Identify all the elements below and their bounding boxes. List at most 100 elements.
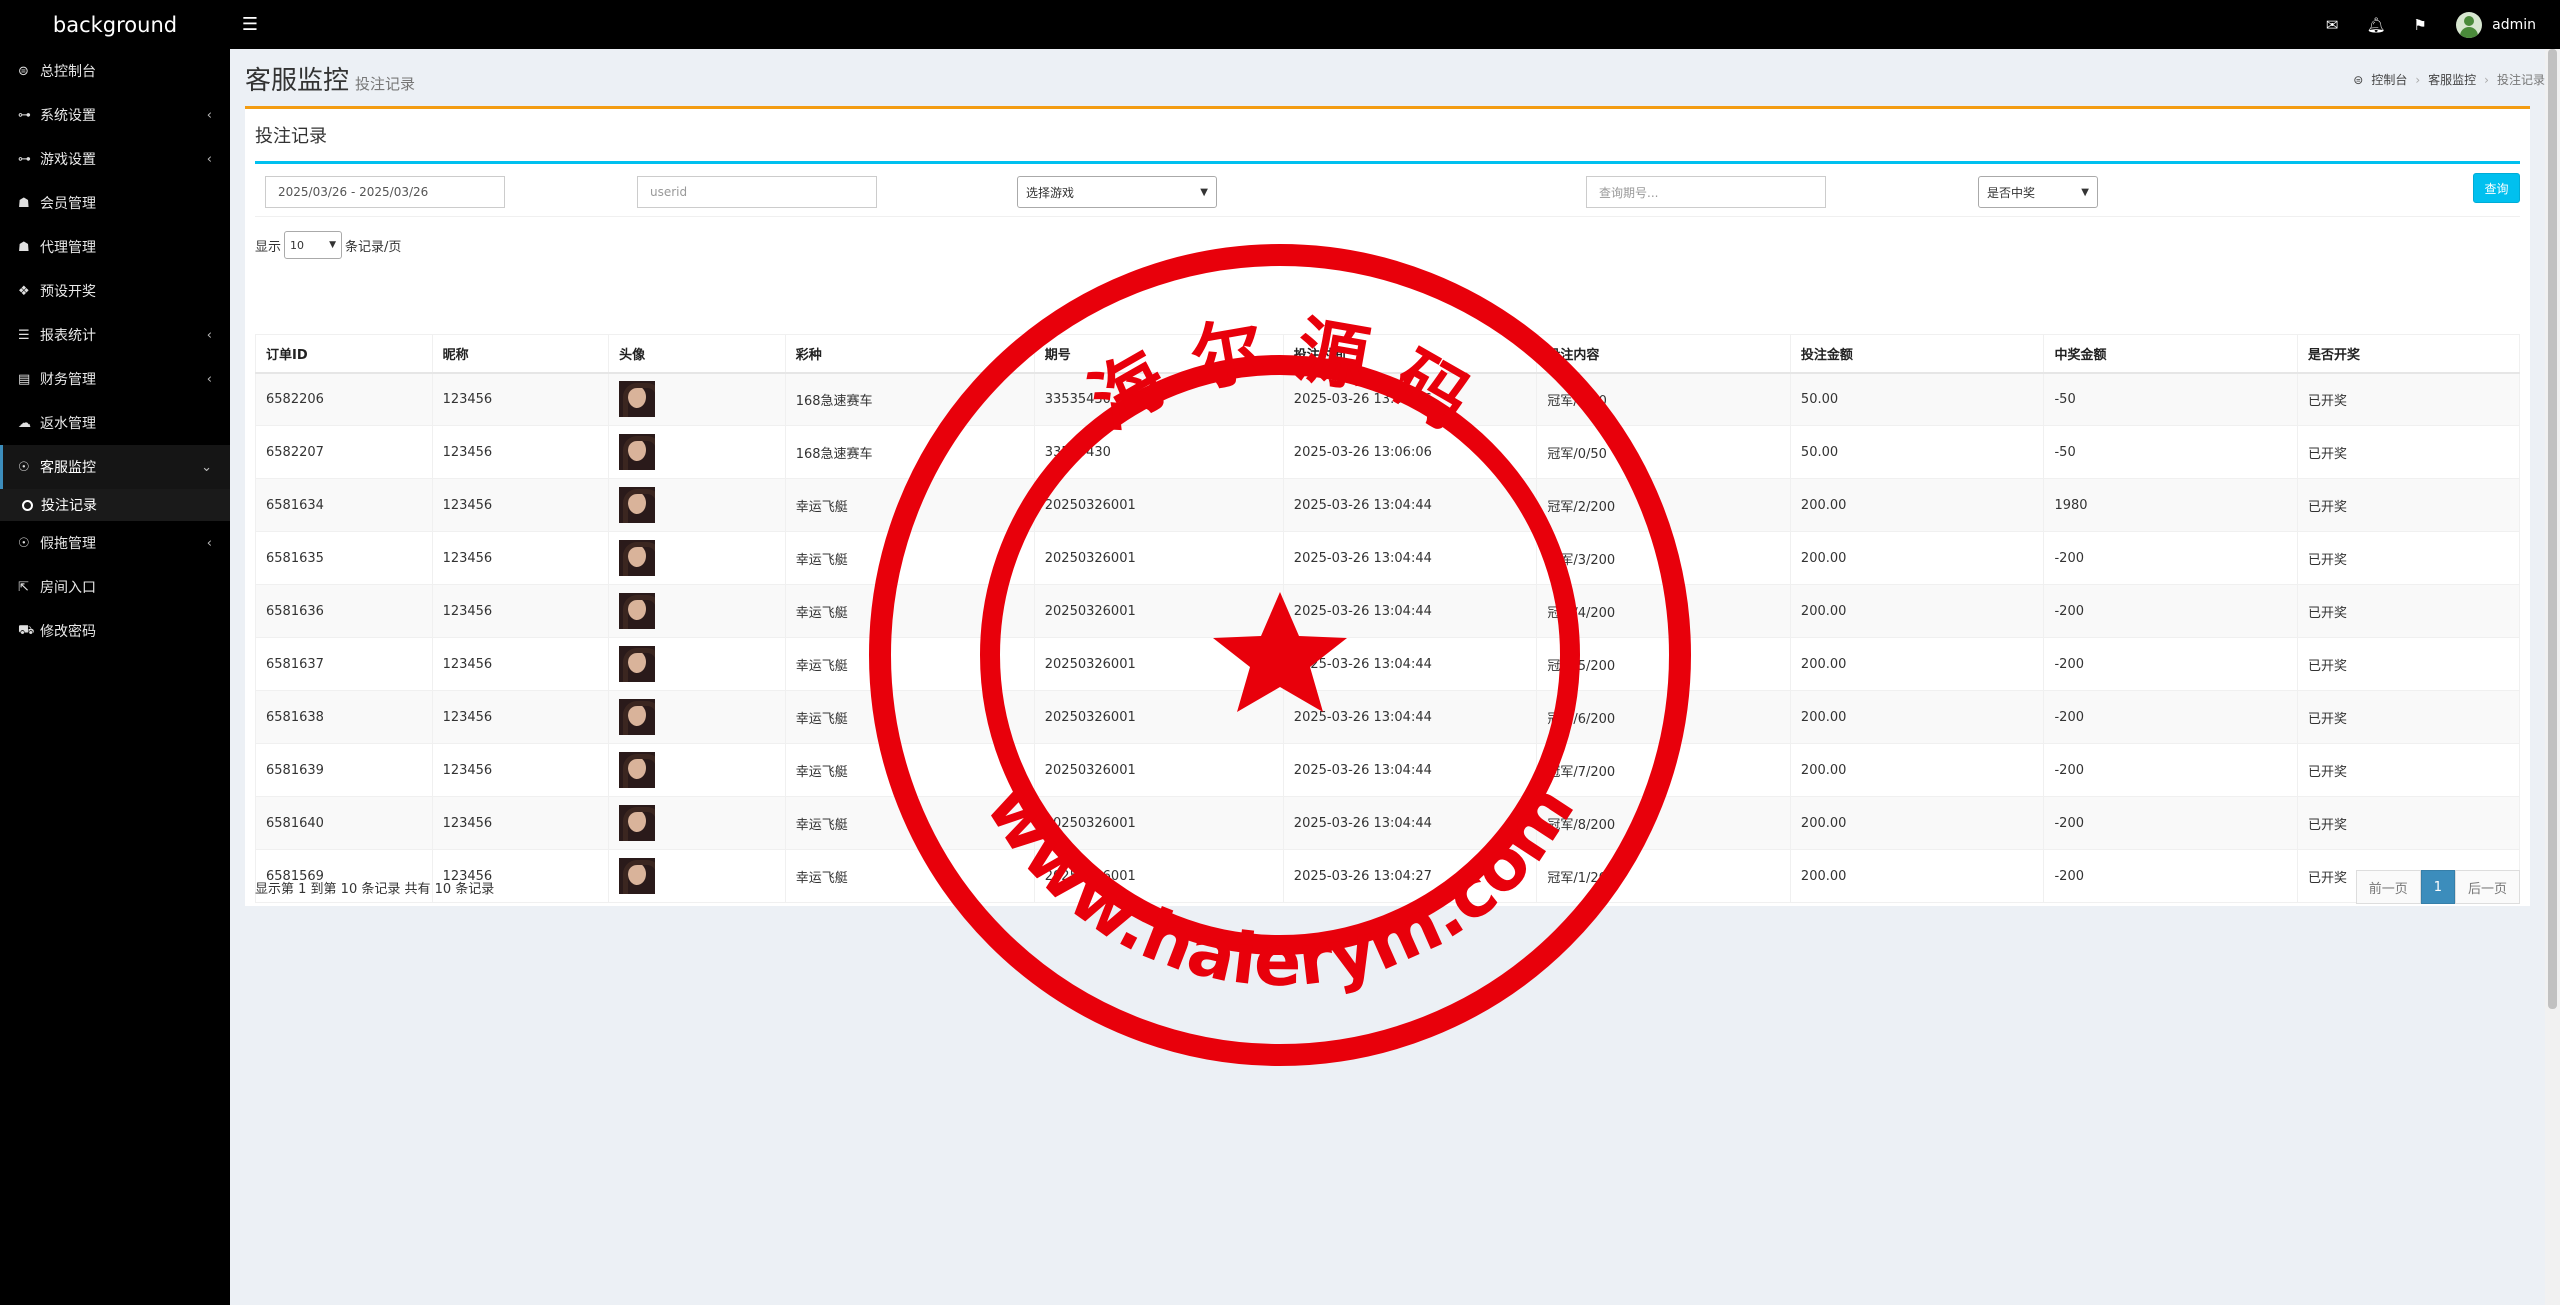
brand-logo[interactable]: background bbox=[0, 0, 230, 49]
table-cell: 200.00 bbox=[1789, 531, 2045, 585]
column-header[interactable]: 是否开奖 bbox=[2297, 334, 2520, 374]
table-row: 6581638 123456 幸运飞艇 20250326001 2025-03-26 1… bbox=[255, 690, 2520, 744]
breadcrumb: ⊜ 控制台 › 客服监控 › 投注记录 bbox=[2353, 71, 2545, 88]
sidebar-item-3[interactable]: ☗ 会员管理 bbox=[0, 181, 230, 225]
column-header[interactable]: 投注时间 bbox=[1282, 334, 1538, 374]
table-row: 6581634 123456 幸运飞艇 20250326001 2025-03-26 1… bbox=[255, 478, 2520, 532]
sidebar-item-2[interactable]: ⊶ 游戏设置 ‹ bbox=[0, 137, 230, 181]
column-header[interactable]: 中奖金额 bbox=[2043, 334, 2299, 374]
table-cell: 已开奖 bbox=[2297, 743, 2520, 797]
column-header[interactable]: 投注内容 bbox=[1536, 334, 1791, 374]
breadcrumb-section[interactable]: 客服监控 bbox=[2428, 71, 2476, 88]
table-cell: 200.00 bbox=[1789, 743, 2045, 797]
issue-number-input[interactable]: 查询期号... bbox=[1586, 176, 1826, 208]
envelope-icon[interactable]: ✉ bbox=[2310, 0, 2354, 49]
column-header[interactable]: 订单ID bbox=[255, 334, 433, 374]
next-page-button[interactable]: 后一页 bbox=[2454, 870, 2520, 904]
avatar-cell bbox=[608, 425, 786, 479]
avatar bbox=[619, 752, 656, 788]
dashboard-icon: ⊜ bbox=[2353, 72, 2364, 87]
sidebar-item-label: 游戏设置 bbox=[40, 152, 96, 168]
page-length-select[interactable]: 10 ▼ bbox=[284, 231, 343, 259]
sidebar-item-9[interactable]: ☉ 客服监控 ⌄ bbox=[0, 445, 230, 489]
table-cell: 20250326001 bbox=[1033, 637, 1284, 691]
avatar-cell bbox=[608, 796, 786, 850]
table-cell: 冠军/5/200 bbox=[1536, 637, 1791, 691]
sidebar-item-6[interactable]: ☰ 报表统计 ‹ bbox=[0, 313, 230, 357]
sidebar-item-12[interactable]: ⛟ 修改密码 bbox=[0, 609, 230, 653]
flag-icon[interactable]: ⚑ bbox=[2398, 0, 2442, 49]
user-avatar bbox=[2456, 11, 2483, 38]
table-cell: 幸运飞艇 bbox=[784, 531, 1035, 585]
table-cell: 20250326001 bbox=[1033, 478, 1284, 532]
table-row: 6581637 123456 幸运飞艇 20250326001 2025-03-26 1… bbox=[255, 637, 2520, 691]
avatar bbox=[619, 434, 656, 470]
page-length-control: 显示 10 ▼ 条记录/页 bbox=[245, 217, 2530, 273]
table-cell: 已开奖 bbox=[2297, 425, 2520, 479]
external-link-icon: ⇱ bbox=[18, 579, 29, 595]
table-row: 6582207 123456 168急速赛车 33535430 2025-03-26 1… bbox=[255, 425, 2520, 479]
table-cell: 幸运飞艇 bbox=[784, 796, 1035, 850]
table-cell: 123456 bbox=[431, 637, 610, 691]
table-row: 6581639 123456 幸运飞艇 20250326001 2025-03-26 1… bbox=[255, 743, 2520, 797]
sidebar-item-8[interactable]: ☁ 返水管理 bbox=[0, 401, 230, 445]
column-header[interactable]: 期号 bbox=[1033, 334, 1284, 374]
table-cell: 2025-03-26 13:06:06 bbox=[1282, 425, 1538, 479]
table-body: 6582206 123456 168急速赛车 33535430 2025-03-26 1… bbox=[255, 372, 2520, 903]
table-cell: 200.00 bbox=[1789, 584, 2045, 638]
user-menu[interactable]: admin bbox=[2442, 0, 2536, 49]
avatar-cell bbox=[608, 690, 786, 744]
table-cell: 168急速赛车 bbox=[784, 372, 1035, 426]
table-cell: 已开奖 bbox=[2297, 796, 2520, 850]
table-cell: -200 bbox=[2043, 531, 2299, 585]
table-cell: 33535430 bbox=[1033, 372, 1284, 426]
avatar bbox=[619, 593, 656, 629]
page-subtitle: 投注记录 bbox=[355, 75, 416, 93]
userid-input[interactable]: userid bbox=[637, 176, 877, 208]
table-cell: 冠军/8/200 bbox=[1536, 796, 1791, 850]
table-cell: 123456 bbox=[431, 372, 610, 426]
sidebar-item-5[interactable]: ❖ 预设开奖 bbox=[0, 269, 230, 313]
top-right-nav: ✉ 🔔︎ ⚑ admin bbox=[2310, 0, 2560, 49]
query-button[interactable]: 查询 bbox=[2473, 173, 2520, 203]
sidebar-item-label: 会员管理 bbox=[40, 196, 96, 212]
avatar bbox=[619, 487, 656, 523]
sidebar-item-10[interactable]: ☉ 假拖管理 ‹ bbox=[0, 521, 230, 565]
win-status-select[interactable]: 是否中奖 ▼ bbox=[1978, 176, 2098, 208]
table-cell: 6582206 bbox=[255, 372, 433, 426]
dashboard-icon: ⊜ bbox=[18, 63, 29, 79]
column-header[interactable]: 昵称 bbox=[431, 334, 610, 374]
top-navbar: background ☰ ✉ 🔔︎ ⚑ admin bbox=[0, 0, 2560, 49]
page-scrollbar[interactable] bbox=[2545, 49, 2560, 1305]
sidebar-item-0[interactable]: ⊜ 总控制台 bbox=[0, 49, 230, 93]
sidebar-toggle-icon[interactable]: ☰ bbox=[230, 0, 270, 49]
game-select[interactable]: 选择游戏 ▼ bbox=[1017, 176, 1217, 208]
scrollbar-thumb[interactable] bbox=[2548, 49, 2557, 1009]
sidebar-item-4[interactable]: ☗ 代理管理 bbox=[0, 225, 230, 269]
list-icon: ☰ bbox=[18, 327, 30, 343]
sidebar-item-11[interactable]: ⇱ 房间入口 bbox=[0, 565, 230, 609]
page-1-button[interactable]: 1 bbox=[2420, 870, 2455, 904]
prev-page-button[interactable]: 前一页 bbox=[2355, 870, 2421, 904]
date-range-input[interactable]: 2025/03/26 - 2025/03/26 bbox=[265, 176, 505, 208]
column-header[interactable]: 头像 bbox=[608, 334, 786, 374]
table-row: 6581635 123456 幸运飞艇 20250326001 2025-03-26 1… bbox=[255, 531, 2520, 585]
bell-icon[interactable]: 🔔︎ bbox=[2354, 0, 2398, 49]
table-cell: 168急速赛车 bbox=[784, 425, 1035, 479]
sidebar-item-1[interactable]: ⊶ 系统设置 ‹ bbox=[0, 93, 230, 137]
table-cell: 冠军/2/200 bbox=[1536, 478, 1791, 532]
avatar bbox=[619, 699, 656, 735]
breadcrumb-separator: › bbox=[2415, 72, 2421, 87]
table-cell: 123456 bbox=[431, 796, 610, 850]
table-cell: 冠军/1/50 bbox=[1536, 372, 1791, 426]
table-cell: 123456 bbox=[431, 425, 610, 479]
avatar-cell bbox=[608, 743, 786, 797]
sidebar-subitem-bet-records[interactable]: 投注记录 bbox=[0, 489, 230, 521]
sidebar-item-label: 系统设置 bbox=[40, 108, 96, 124]
box-title: 投注记录 bbox=[255, 126, 327, 147]
table-cell: 2025-03-26 13:04:44 bbox=[1282, 531, 1538, 585]
column-header[interactable]: 投注金额 bbox=[1789, 334, 2045, 374]
breadcrumb-home[interactable]: 控制台 bbox=[2371, 71, 2407, 88]
column-header[interactable]: 彩种 bbox=[784, 334, 1035, 374]
sidebar-item-7[interactable]: ▤ 财务管理 ‹ bbox=[0, 357, 230, 401]
